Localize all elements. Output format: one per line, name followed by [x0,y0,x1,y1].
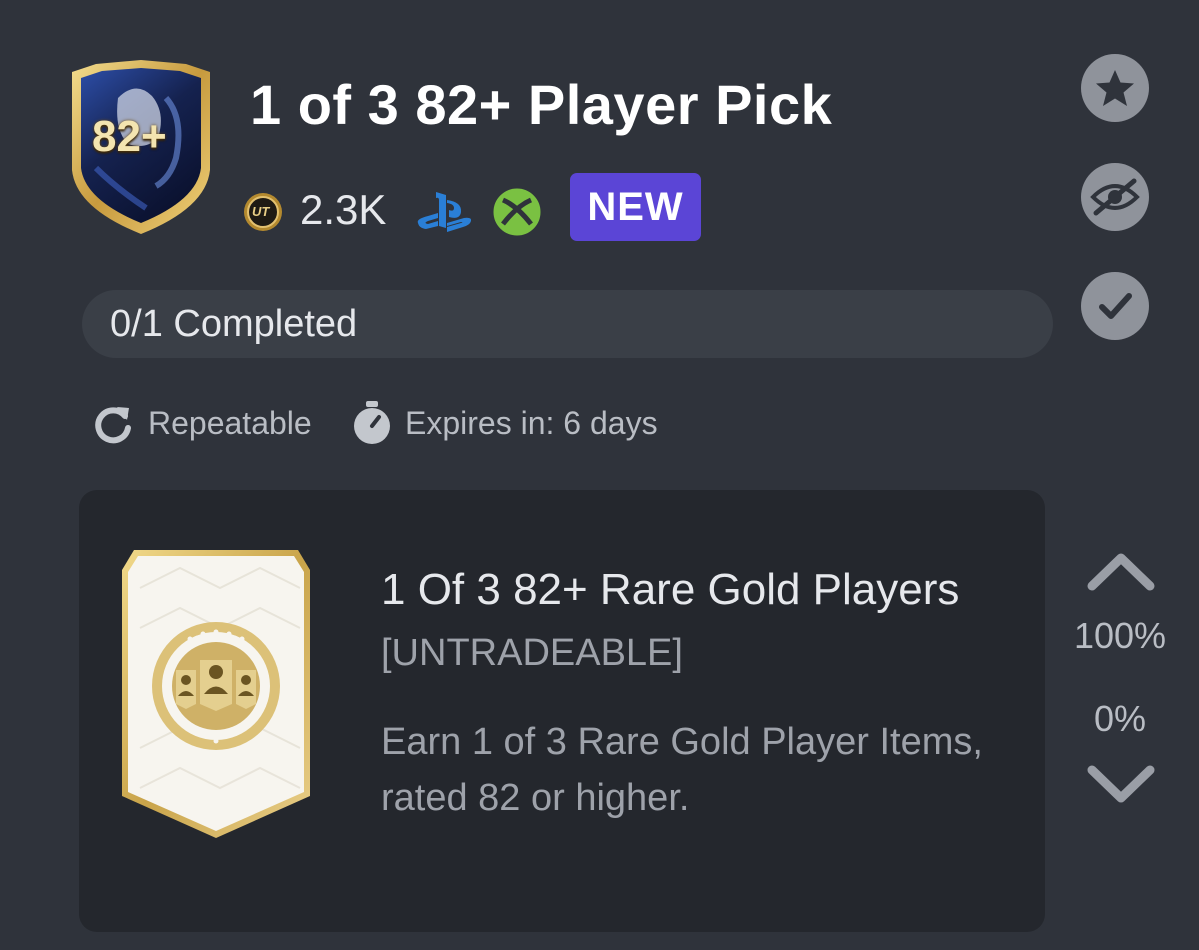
reward-description: Earn 1 of 3 Rare Gold Player Items, rate… [381,721,983,819]
reward-subtitle: [UNTRADEABLE] [381,632,683,674]
downvote-button[interactable] [1086,762,1156,811]
chevron-up-icon [1087,553,1155,591]
badge-rating: 82+ [92,112,167,161]
reward-pack-image [120,548,312,845]
favorite-button[interactable] [1081,54,1149,122]
mark-complete-button[interactable] [1081,272,1149,340]
progress-label: 0/1 Completed [110,303,358,345]
hide-button[interactable] [1081,163,1149,231]
playstation-icon [414,190,476,234]
chevron-down-icon [1087,765,1155,803]
downvote-percent: 0% [1093,698,1147,739]
coin-symbol: UT [252,204,270,219]
price-value: 2.3K [300,186,387,233]
expires-label: Expires in: 6 days [405,405,658,441]
upvote-percent: 100% [1073,615,1167,656]
repeatable-label: Repeatable [148,405,312,441]
stopwatch-icon [350,400,394,444]
star-icon [1096,70,1134,106]
page-title: 1 of 3 82+ Player Pick [250,73,833,136]
completion-progress-bar: 0/1 Completed [82,290,1053,358]
new-badge: NEW [570,173,701,241]
coin-icon: UT [243,192,283,232]
reward-title: 1 Of 3 82+ Rare Gold Players [381,565,960,614]
check-icon [1099,293,1132,319]
sbc-badge: 82+ [66,58,216,236]
upvote-button[interactable] [1086,550,1156,599]
hide-eye-icon [1090,178,1140,216]
xbox-icon [493,188,541,236]
repeat-icon [91,402,135,446]
